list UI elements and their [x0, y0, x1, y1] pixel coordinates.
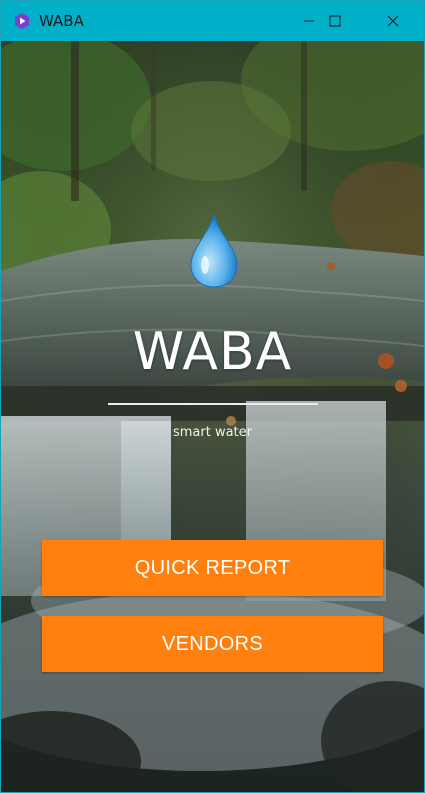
maximize-button[interactable]	[312, 1, 358, 41]
vendors-button[interactable]: VENDORS	[42, 616, 383, 672]
app-window: WABA WABA smart water QUICK REPORT VENDO…	[0, 0, 425, 793]
water-drop-icon	[190, 213, 238, 288]
close-button[interactable]	[370, 1, 416, 41]
quick-report-button[interactable]: QUICK REPORT	[42, 540, 383, 596]
app-icon	[13, 12, 31, 30]
divider	[108, 403, 318, 405]
window-title: WABA	[39, 12, 84, 30]
maximize-icon	[329, 15, 341, 27]
main-content: WABA smart water QUICK REPORT VENDORS	[1, 41, 424, 792]
tagline: smart water	[172, 425, 252, 440]
title-bar[interactable]: WABA	[1, 1, 424, 41]
app-name-heading: WABA	[132, 322, 293, 382]
close-icon	[387, 15, 399, 27]
background-image	[1, 41, 424, 792]
